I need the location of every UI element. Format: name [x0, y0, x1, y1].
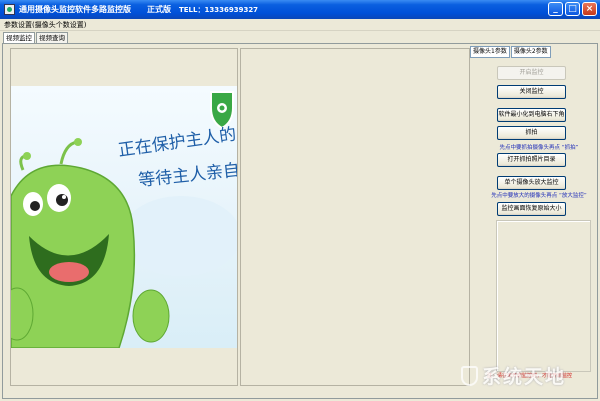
menu-item-settings[interactable]: 参数设置(摄像头个数设置)	[4, 21, 86, 29]
camera-2-view[interactable]	[240, 48, 470, 386]
tab-panel: 正在保护主人的 等待主人亲自开 摄像头1参数 摄像头2参数 开启监控 关闭监控 …	[2, 43, 598, 399]
tab-strip: 视频监控 视频查询	[3, 32, 69, 43]
maximize-button[interactable]: □	[565, 2, 580, 16]
restore-size-button[interactable]: 监控画面恢复原始大小	[497, 202, 566, 216]
edition-label: 正式版	[147, 5, 171, 14]
phone-label: TELL：13336939327	[179, 5, 259, 14]
menu-bar: 参数设置(摄像头个数设置)	[0, 19, 600, 31]
shield-logo-icon	[210, 91, 234, 130]
capture-button[interactable]: 抓拍	[497, 126, 566, 140]
tab-camera-1-params[interactable]: 摄像头1参数	[470, 46, 510, 58]
watermark-text: 系统天地	[482, 366, 567, 388]
window-title: 通用摄像头监控软件多路监控版	[19, 5, 131, 14]
title-bar: 通用摄像头监控软件多路监控版 正式版 TELL：13336939327 _ □ …	[0, 0, 600, 19]
tab-video-query[interactable]: 视频查询	[36, 32, 68, 43]
tab-camera-2-params[interactable]: 摄像头2参数	[510, 46, 551, 58]
stop-monitor-button[interactable]: 关闭监控	[497, 85, 566, 99]
app-icon	[4, 4, 15, 15]
banner-line2: 等待主人亲自开	[137, 159, 237, 191]
minimize-to-tray-button[interactable]: 软件最小化到电脑右下角	[497, 108, 566, 122]
close-button[interactable]: ×	[582, 2, 597, 16]
minimize-button[interactable]: _	[548, 2, 563, 16]
mascot-illustration: 正在保护主人的 等待主人亲自开	[11, 91, 237, 348]
zoom-camera-button[interactable]: 单个摄像头放大监控	[497, 176, 566, 190]
open-photo-dir-button[interactable]: 打开抓拍照片目录	[497, 153, 566, 167]
camera-param-tabs: 摄像头1参数 摄像头2参数	[470, 46, 551, 58]
start-monitor-button[interactable]: 开启监控	[497, 66, 566, 80]
shield-icon	[461, 365, 478, 386]
tab-video-monitor[interactable]: 视频监控	[3, 32, 35, 43]
zoom-hint: 先点中要放大的摄像头再点 “放大监控”	[491, 193, 587, 199]
mascot-image: 正在保护主人的 等待主人亲自开	[11, 86, 237, 348]
watermark: 系统天地	[461, 362, 566, 389]
capture-hint: 先点中要抓拍摄像头再点 “抓拍”	[499, 145, 579, 151]
banner-line1: 正在保护主人的	[117, 125, 237, 161]
camera-1-view[interactable]: 正在保护主人的 等待主人亲自开	[10, 48, 238, 386]
log-panel[interactable]	[496, 220, 591, 372]
